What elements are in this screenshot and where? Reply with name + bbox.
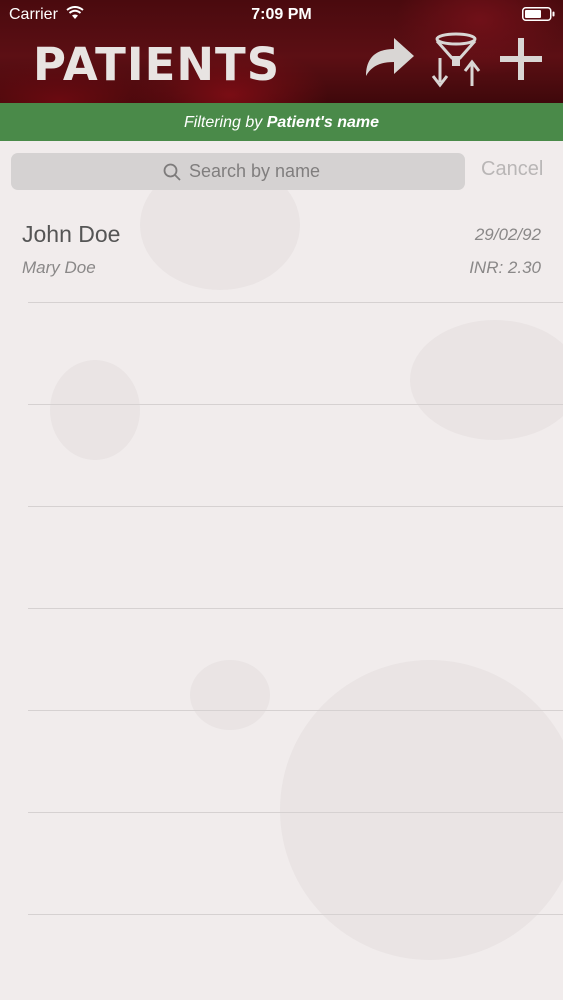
row-divider — [28, 812, 563, 813]
row-divider — [28, 710, 563, 711]
background-decoration — [410, 320, 563, 440]
add-icon[interactable] — [500, 38, 542, 80]
search-input[interactable] — [189, 153, 459, 190]
patient-name: John Doe — [22, 221, 121, 247]
share-icon[interactable] — [362, 32, 416, 78]
patient-row[interactable]: John Doe 29/02/92 Mary Doe INR: 2.30 — [0, 201, 563, 302]
background-decoration — [50, 360, 140, 460]
sort-filter-icon[interactable] — [430, 32, 482, 88]
filter-banner: Filtering by Patient's name — [0, 103, 563, 141]
filter-field: Patient's name — [266, 114, 379, 131]
row-divider — [28, 608, 563, 609]
patient-subtitle: Mary Doe — [22, 258, 96, 277]
status-time: 7:09 PM — [251, 6, 312, 23]
background-decoration — [190, 660, 270, 730]
battery-icon — [522, 7, 555, 21]
status-bar: Carrier 7:09 PM — [0, 0, 563, 28]
cancel-button[interactable]: Cancel — [481, 158, 543, 181]
patient-inr: INR: 2.30 — [469, 258, 541, 277]
patient-date: 29/02/92 — [474, 225, 541, 244]
page-title: PATIENTS — [33, 38, 281, 91]
search-bar[interactable] — [11, 153, 465, 190]
row-divider — [28, 914, 563, 915]
app-header: Carrier 7:09 PM PATIENTS — [0, 0, 563, 103]
row-divider — [28, 506, 563, 507]
row-divider — [28, 404, 563, 405]
filter-prefix: Filtering by — [184, 114, 267, 131]
row-divider — [28, 302, 563, 303]
background-decoration — [280, 660, 563, 960]
search-icon — [163, 163, 181, 181]
